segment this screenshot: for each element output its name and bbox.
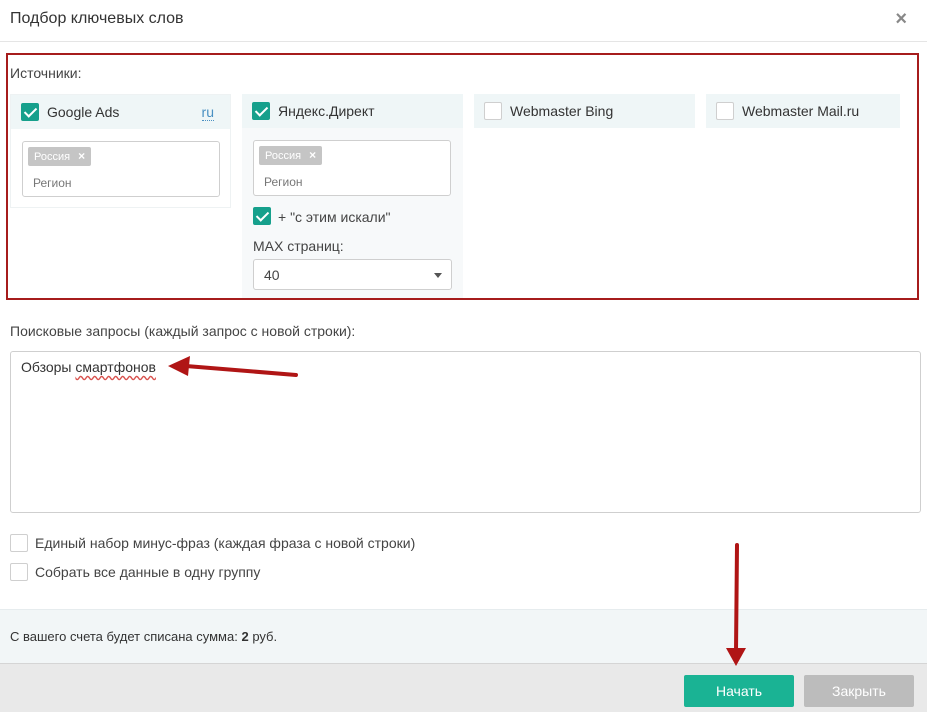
billing-currency: руб. xyxy=(252,629,278,644)
region-tag: Россия × xyxy=(259,146,323,165)
source-header-yandex: Яндекс.Директ xyxy=(242,94,463,128)
query-word-misspelled: смартфонов xyxy=(75,359,156,375)
close-button[interactable]: Закрыть xyxy=(804,675,914,707)
yandex-region-input[interactable]: Россия × Регион xyxy=(253,140,451,196)
source-card-yandex: Яндекс.Директ Россия × Регион + "с этим и… xyxy=(242,94,463,298)
max-pages-select[interactable]: 40 xyxy=(253,259,452,290)
source-header-mailru: Webmaster Mail.ru xyxy=(706,94,900,128)
region-placeholder: Регион xyxy=(264,175,303,189)
dialog-title: Подбор ключевых слов xyxy=(10,10,184,27)
bing-checkbox[interactable] xyxy=(484,102,502,120)
chevron-down-icon xyxy=(434,273,442,278)
minus-phrases-label: Единый набор минус-фраз (каждая фраза с … xyxy=(35,535,416,551)
source-header-bing: Webmaster Bing xyxy=(474,94,695,128)
also-searched-checkbox[interactable] xyxy=(253,207,271,225)
region-placeholder: Регион xyxy=(33,176,72,190)
source-header-google: Google Ads ru xyxy=(11,95,230,129)
google-language-link[interactable]: ru xyxy=(201,104,214,121)
bing-label: Webmaster Bing xyxy=(510,103,614,119)
query-word: Обзоры xyxy=(21,359,72,375)
source-card-bing: Webmaster Bing xyxy=(474,94,695,128)
mailru-label: Webmaster Mail.ru xyxy=(742,103,860,119)
source-card-google: Google Ads ru Россия × Регион xyxy=(10,94,231,208)
start-button[interactable]: Начать xyxy=(684,675,794,707)
close-icon[interactable]: × xyxy=(895,9,907,29)
max-pages-label: MAX страниц: xyxy=(253,238,344,254)
mailru-checkbox[interactable] xyxy=(716,102,734,120)
billing-info-bar: С вашего счета будет списана сумма: 2 ру… xyxy=(0,609,927,663)
remove-tag-icon[interactable]: × xyxy=(78,149,85,163)
minus-phrases-checkbox[interactable] xyxy=(10,534,28,552)
source-card-mailru: Webmaster Mail.ru xyxy=(706,94,900,128)
yandex-checkbox[interactable] xyxy=(252,102,270,120)
remove-tag-icon[interactable]: × xyxy=(309,148,316,162)
one-group-checkbox[interactable] xyxy=(10,563,28,581)
also-searched-label: + "с этим искали" xyxy=(278,209,391,225)
one-group-label: Собрать все данные в одну группу xyxy=(35,564,261,580)
max-pages-value: 40 xyxy=(264,267,280,283)
billing-prefix: С вашего счета будет списана сумма: xyxy=(10,629,238,644)
dialog-footer: Начать Закрыть xyxy=(0,663,927,712)
billing-amount: 2 xyxy=(241,629,249,644)
region-tag-label: Россия xyxy=(34,151,71,163)
queries-label: Поисковые запросы (каждый запрос с новой… xyxy=(10,323,356,339)
region-tag: Россия × xyxy=(28,147,92,166)
google-label: Google Ads xyxy=(47,104,120,120)
dialog-header: Подбор ключевых слов × xyxy=(0,0,927,42)
region-tag-label: Россия xyxy=(265,150,302,162)
google-region-input[interactable]: Россия × Регион xyxy=(22,141,220,197)
google-checkbox[interactable] xyxy=(21,103,39,121)
queries-textarea[interactable]: Обзоры смартфонов xyxy=(10,351,921,513)
billing-text: С вашего счета будет списана сумма: 2 ру… xyxy=(10,629,277,644)
yandex-label: Яндекс.Директ xyxy=(278,103,375,119)
